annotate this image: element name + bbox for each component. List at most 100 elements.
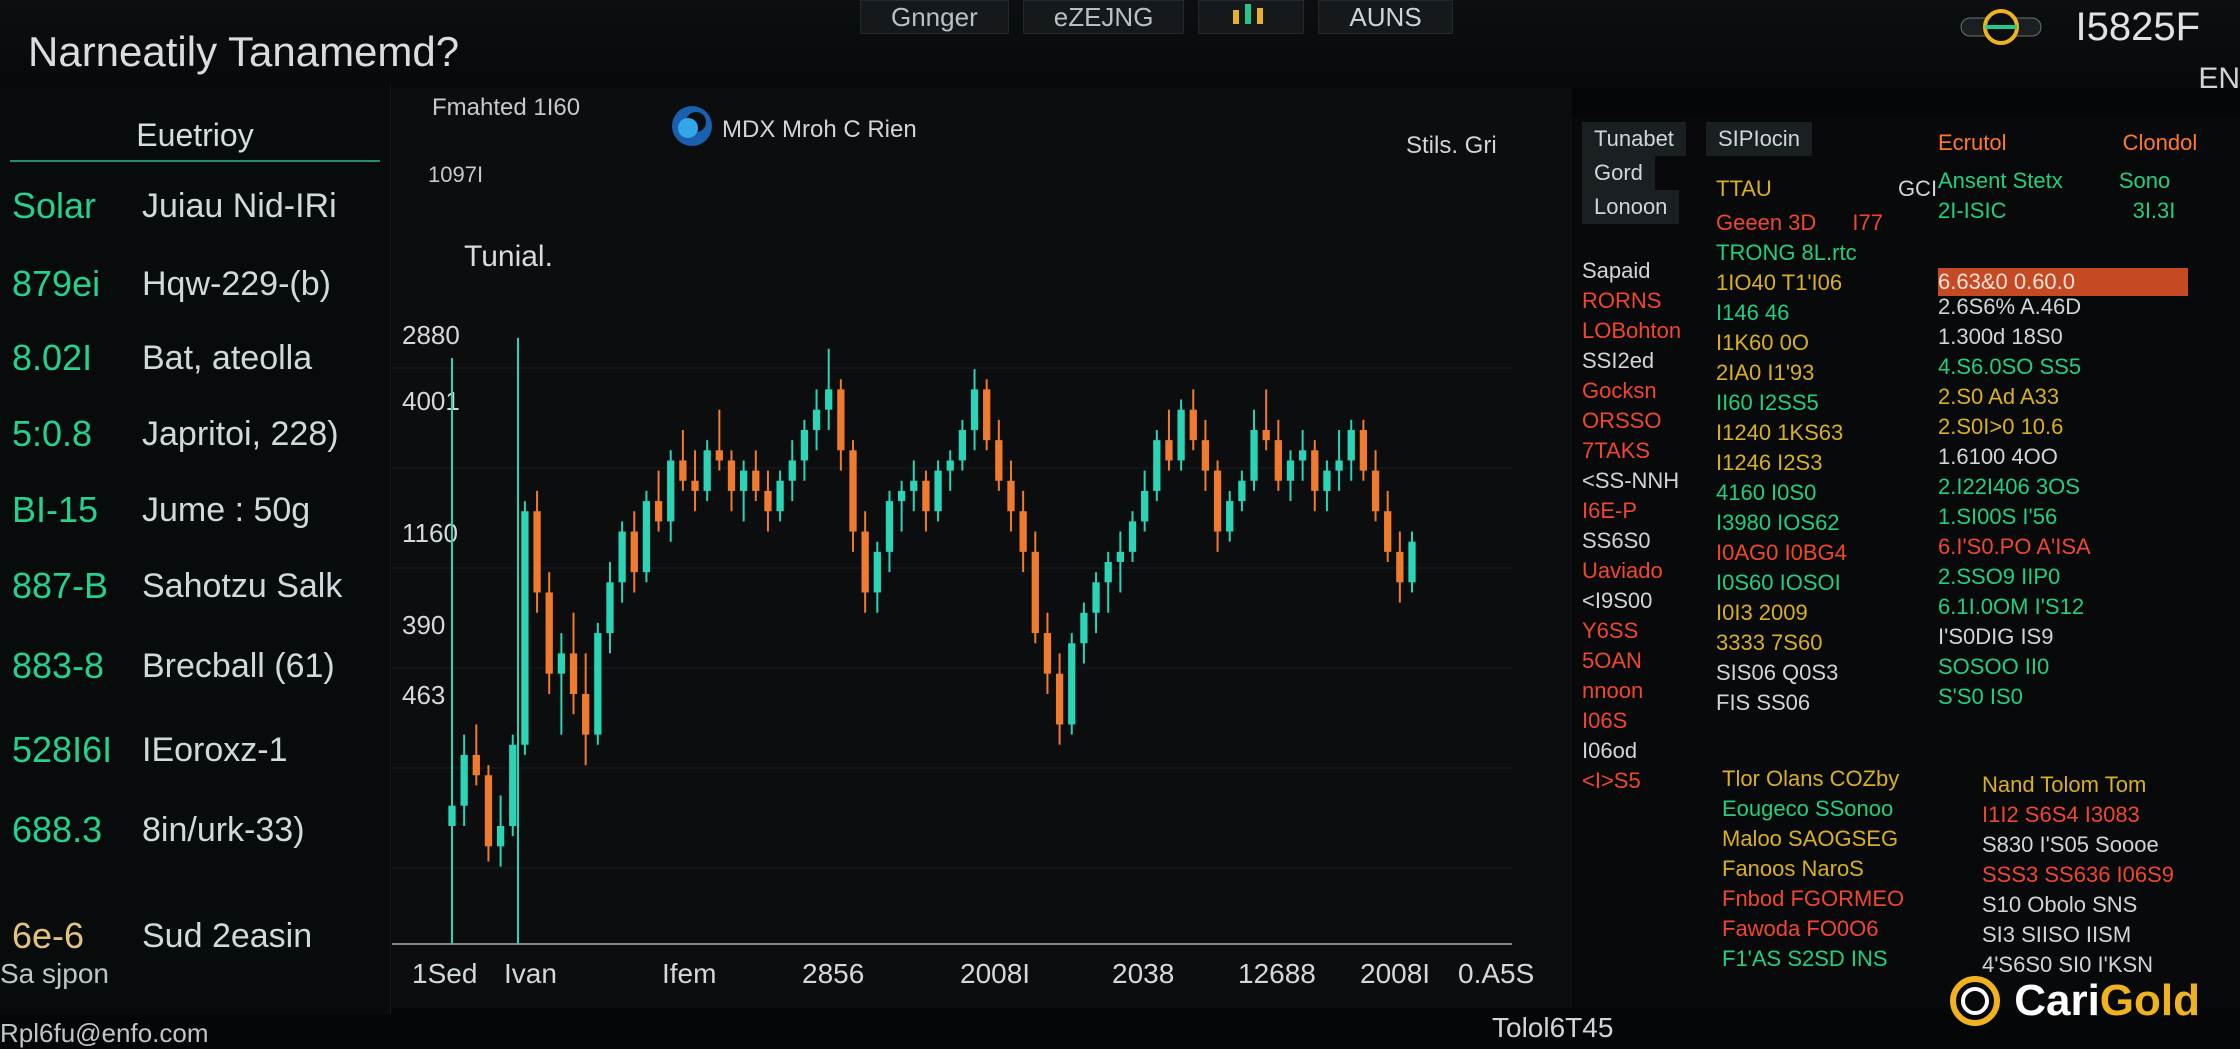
candle-body[interactable] (776, 480, 784, 512)
watchlist-row[interactable]: 528I6I IEoroxz-1 (0, 720, 390, 780)
candle-body[interactable] (509, 744, 517, 826)
toggle-icon[interactable] (1955, 4, 2047, 50)
candle-body[interactable] (1080, 612, 1088, 644)
watchlist-row[interactable]: 887-B Sahotzu Salk (0, 556, 390, 616)
candle-body[interactable] (569, 653, 578, 694)
candle-body[interactable] (1007, 480, 1015, 512)
candle-body[interactable] (1128, 521, 1137, 552)
candle-body[interactable] (727, 460, 736, 491)
candle-body[interactable] (1153, 440, 1161, 491)
candle-body[interactable] (1238, 480, 1246, 502)
watchlist-row[interactable]: 8.02I Bat, ateolla (0, 328, 390, 388)
candle-body[interactable] (1165, 440, 1173, 461)
candle-body[interactable] (1359, 430, 1368, 471)
candle-body[interactable] (1335, 460, 1343, 471)
candle-body[interactable] (557, 653, 566, 674)
watchlist-row[interactable]: 879ei Hqw-229-(b) (0, 254, 390, 314)
watchlist-row[interactable]: 883-8 Brecball (61) (0, 636, 390, 696)
orderbook-highlight-row[interactable]: 6.63&0 0.60.0 (1938, 268, 2188, 296)
candle-body[interactable] (740, 470, 748, 491)
candle-body[interactable] (642, 501, 651, 573)
candle-body[interactable] (545, 592, 553, 674)
candle-body[interactable] (788, 460, 796, 481)
candlestick-chart[interactable] (392, 88, 1572, 1008)
candle-body[interactable] (885, 501, 894, 552)
candle-body[interactable] (800, 430, 809, 461)
candle-body[interactable] (667, 460, 675, 522)
candle-body[interactable] (934, 470, 942, 512)
candle-body[interactable] (1031, 551, 1039, 634)
candle-body[interactable] (958, 430, 967, 461)
candle-body[interactable] (606, 582, 614, 634)
candle-body[interactable] (849, 450, 857, 532)
candle-body[interactable] (582, 694, 590, 735)
orderbook-tab[interactable]: Lonoon (1582, 190, 1680, 224)
candle-body[interactable] (472, 754, 480, 776)
candle-body[interactable] (922, 480, 930, 512)
candle-body[interactable] (1250, 430, 1258, 481)
candle-body[interactable] (946, 460, 954, 471)
candle-body[interactable] (1262, 430, 1270, 441)
candle-body[interactable] (1055, 673, 1064, 725)
candle-body[interactable] (1298, 450, 1307, 461)
candle-body[interactable] (1396, 551, 1404, 583)
candle-body[interactable] (970, 389, 979, 430)
top-tab-1[interactable]: Gnnger (860, 0, 1009, 34)
candle-body[interactable] (715, 450, 723, 461)
candle-body[interactable] (1371, 470, 1380, 512)
watchlist-row[interactable]: 688.3 8in/urk-33) (0, 800, 390, 860)
candle-body[interactable] (691, 480, 699, 491)
candle-body[interactable] (521, 511, 529, 745)
candle-body[interactable] (1347, 430, 1355, 461)
candle-body[interactable] (995, 440, 1003, 481)
orderbook-tab[interactable]: Tunabet (1582, 122, 1686, 156)
candle-body[interactable] (837, 389, 845, 451)
candle-body[interactable] (764, 490, 772, 512)
watchlist-header[interactable]: Euetrioy (10, 112, 380, 162)
watchlist-row[interactable]: BI-15 Jume : 50g (0, 480, 390, 540)
candle-body[interactable] (618, 531, 626, 583)
candle-body[interactable] (484, 775, 493, 847)
candle-body[interactable] (897, 490, 906, 502)
candle-body[interactable] (1286, 460, 1295, 481)
candle-body[interactable] (752, 470, 760, 491)
candle-body[interactable] (1104, 562, 1112, 583)
candle-body[interactable] (630, 531, 638, 573)
top-tab-2[interactable]: eZEJNG (1022, 0, 1185, 34)
candle-body[interactable] (1311, 450, 1319, 491)
candle-body[interactable] (1141, 490, 1149, 522)
candle-body[interactable] (594, 633, 602, 735)
candle-body[interactable] (1177, 409, 1185, 461)
watchlist-row[interactable]: Solar Juiau Nid-IRi (0, 176, 390, 236)
candle-body[interactable] (654, 501, 663, 522)
candle-body[interactable] (496, 826, 505, 847)
candle-body[interactable] (1201, 440, 1210, 471)
orderbook-tab[interactable]: SIPIocin (1706, 122, 1812, 156)
candle-body[interactable] (1043, 633, 1052, 674)
watchlist-row[interactable]: 6e-6 Sud 2easin (0, 906, 390, 966)
candle-body[interactable] (1116, 551, 1124, 562)
candle-body[interactable] (861, 531, 869, 593)
candle-body[interactable] (1068, 643, 1076, 725)
candle-body[interactable] (1323, 470, 1331, 491)
candle-body[interactable] (1213, 470, 1222, 532)
candle-body[interactable] (533, 511, 541, 593)
candle-body[interactable] (1226, 501, 1234, 532)
candle-body[interactable] (460, 754, 468, 806)
top-tab-3[interactable]: AUNS (1318, 0, 1453, 34)
candle-body[interactable] (812, 409, 821, 430)
candle-body[interactable] (1092, 582, 1100, 613)
candle-body[interactable] (1384, 511, 1392, 552)
top-tab-chart-icon[interactable] (1198, 0, 1305, 34)
candle-body[interactable] (1408, 541, 1416, 583)
candle-body[interactable] (1019, 511, 1027, 552)
candle-body[interactable] (873, 551, 881, 593)
candle-body[interactable] (1189, 409, 1197, 441)
candle-body[interactable] (825, 389, 833, 410)
orderbook-tab[interactable]: Gord (1582, 156, 1655, 190)
candle-body[interactable] (1274, 440, 1282, 481)
candle-body[interactable] (679, 460, 687, 481)
watchlist-row[interactable]: 5:0.8 Japritoi, 228) (0, 404, 390, 464)
candle-body[interactable] (983, 389, 991, 441)
candle-body[interactable] (910, 480, 918, 491)
